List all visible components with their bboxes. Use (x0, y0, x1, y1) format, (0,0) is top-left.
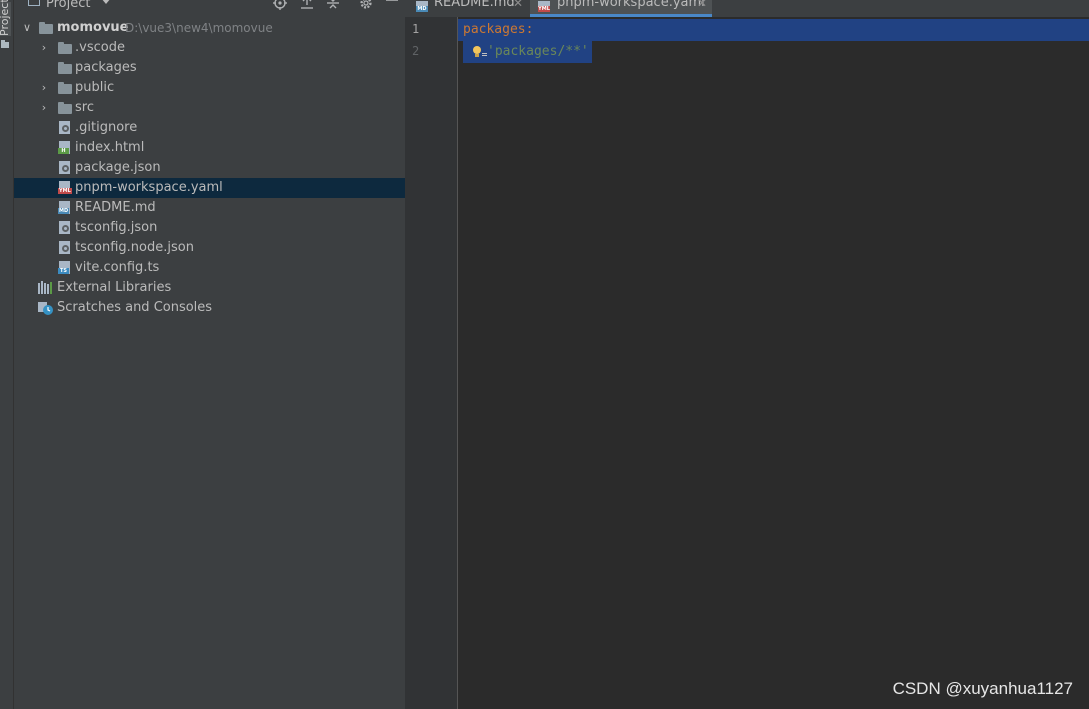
watermark: CSDN @xuyanhua1127 (892, 679, 1073, 698)
tree-item-label: public (75, 80, 115, 95)
project-view-selector[interactable]: Project (46, 0, 90, 12)
tab-pnpm-workspace-yaml[interactable]: YML pnpm-workspace.yaml ✕ (530, 0, 712, 17)
tree-item-label: src (75, 100, 94, 115)
project-panel-header: Project (14, 0, 405, 14)
yaml-file-icon: YML (538, 1, 550, 12)
code-line[interactable]: packages: (458, 19, 1089, 41)
folder-icon (58, 62, 72, 74)
tree-item-gitignore[interactable]: .gitignore (14, 118, 405, 138)
chevron-right-icon[interactable]: › (39, 38, 49, 58)
gitignore-file-icon (59, 121, 70, 134)
tree-item-label: packages (75, 60, 137, 75)
line-number: 2 (412, 44, 420, 58)
yaml-string-value: 'packages/**' (487, 44, 589, 59)
tree-root-label: momovue (57, 20, 129, 35)
tree-item-index-html[interactable]: H index.html (14, 138, 405, 158)
chevron-right-icon[interactable]: › (39, 98, 49, 118)
tree-item-label: .vscode (75, 40, 125, 55)
chevron-right-icon[interactable]: › (39, 78, 49, 98)
tree-item-scratches[interactable]: Scratches and Consoles (14, 298, 405, 318)
tree-item-packages[interactable]: packages (14, 58, 405, 78)
tree-item-label: Scratches and Consoles (57, 300, 213, 315)
folder-icon (1, 40, 9, 48)
tree-item-vscode[interactable]: › .vscode (14, 38, 405, 58)
tree-item-label: External Libraries (57, 280, 172, 295)
html-file-icon: H (58, 141, 70, 154)
tree-item-readme-md[interactable]: MD README.md (14, 198, 405, 218)
yaml-key: packages: (463, 22, 534, 37)
tab-readme-md[interactable]: MD README.md ✕ (405, 0, 526, 17)
tree-item-label: .gitignore (75, 120, 138, 135)
tree-item-label: README.md (75, 200, 156, 215)
tree-item-label: vite.config.ts (75, 260, 160, 275)
json-file-icon (59, 241, 70, 254)
folder-icon (58, 42, 72, 54)
tree-item-tsconfig-json[interactable]: tsconfig.json (14, 218, 405, 238)
tool-window-strip: Project (0, 0, 14, 709)
json-file-icon (59, 221, 70, 234)
folder-icon (58, 102, 72, 114)
tree-item-external-libraries[interactable]: External Libraries (14, 278, 405, 298)
project-panel: Project ∨ momovue D:\vue3\new4\momovue › (14, 0, 405, 709)
hide-icon[interactable] (385, 0, 399, 10)
folder-icon (58, 82, 72, 94)
json-file-icon (59, 161, 70, 174)
gear-icon[interactable] (359, 0, 373, 10)
lightbulb-icon[interactable] (472, 46, 487, 58)
tab-label: README.md (434, 0, 515, 10)
tree-root-path: D:\vue3\new4\momovue (125, 21, 273, 35)
line-number: 1 (412, 22, 420, 36)
tree-item-package-json[interactable]: package.json (14, 158, 405, 178)
close-icon[interactable]: ✕ (697, 0, 707, 9)
folder-icon (39, 22, 53, 34)
chevron-down-icon[interactable]: ∨ (22, 18, 32, 38)
tree-item-vite-config-ts[interactable]: TS vite.config.ts (14, 258, 405, 278)
code-line[interactable]: 'packages/**' (458, 41, 592, 63)
editor-tab-bar: MD README.md ✕ YML pnpm-workspace.yaml ✕ (405, 0, 1089, 17)
markdown-file-icon: MD (416, 1, 428, 12)
tree-item-label: tsconfig.json (75, 220, 158, 235)
code-editor[interactable]: packages: 'packages/**' (458, 17, 1089, 709)
tree-item-public[interactable]: › public (14, 78, 405, 98)
tree-item-tsconfig-node-json[interactable]: tsconfig.node.json (14, 238, 405, 258)
tab-label: pnpm-workspace.yaml (557, 0, 705, 10)
library-icon (38, 281, 52, 295)
tree-item-label: package.json (75, 160, 161, 175)
tree-item-label: index.html (75, 140, 145, 155)
tree-item-label: tsconfig.node.json (75, 240, 194, 255)
tree-item-label: pnpm-workspace.yaml (75, 180, 223, 195)
tree-item-src[interactable]: › src (14, 98, 405, 118)
collapse-all-icon[interactable] (300, 0, 314, 10)
markdown-file-icon: MD (58, 201, 70, 214)
tree-item-pnpm-workspace-yaml[interactable]: YML pnpm-workspace.yaml (14, 178, 405, 198)
tree-root-momovue[interactable]: ∨ momovue D:\vue3\new4\momovue (14, 18, 405, 38)
chevron-down-icon[interactable] (101, 0, 111, 4)
typescript-file-icon: TS (58, 261, 70, 274)
project-tool-window-button[interactable]: Project (0, 0, 11, 36)
close-icon[interactable]: ✕ (513, 0, 523, 9)
yaml-file-icon: YML (58, 181, 72, 194)
line-number-gutter: 1 2 (405, 17, 458, 709)
scratches-icon (38, 301, 53, 315)
expand-icon[interactable] (326, 0, 340, 10)
locate-icon[interactable] (273, 0, 287, 10)
project-view-icon (28, 0, 40, 6)
